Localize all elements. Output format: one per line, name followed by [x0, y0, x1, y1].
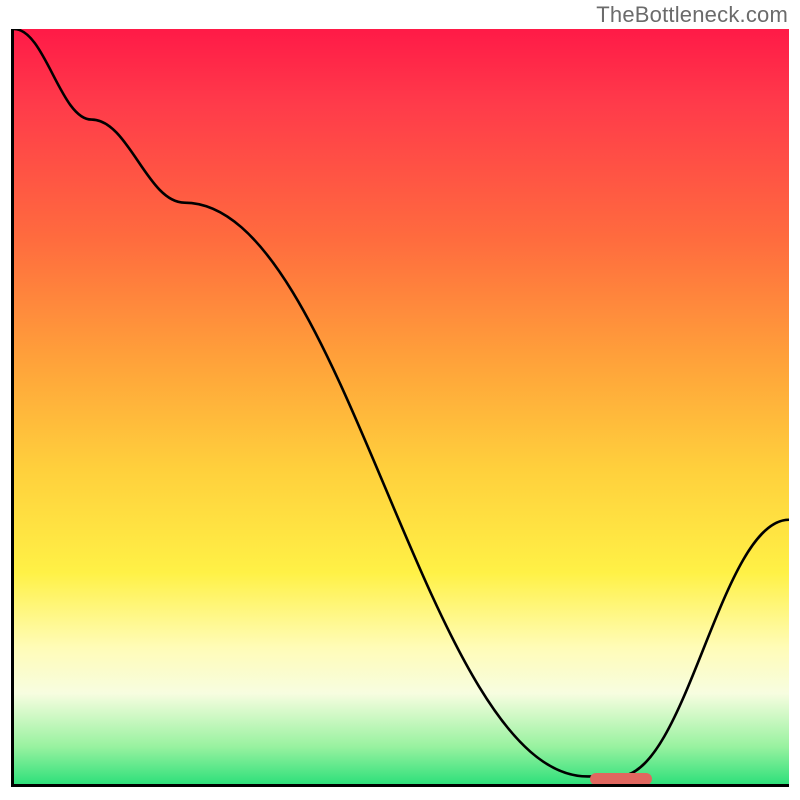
watermark-label: TheBottleneck.com	[596, 2, 788, 28]
chart-canvas: TheBottleneck.com	[0, 0, 800, 800]
bottleneck-curve	[14, 29, 789, 784]
optimal-marker	[590, 773, 652, 785]
curve-path	[14, 29, 789, 776]
plot-area	[11, 29, 789, 787]
